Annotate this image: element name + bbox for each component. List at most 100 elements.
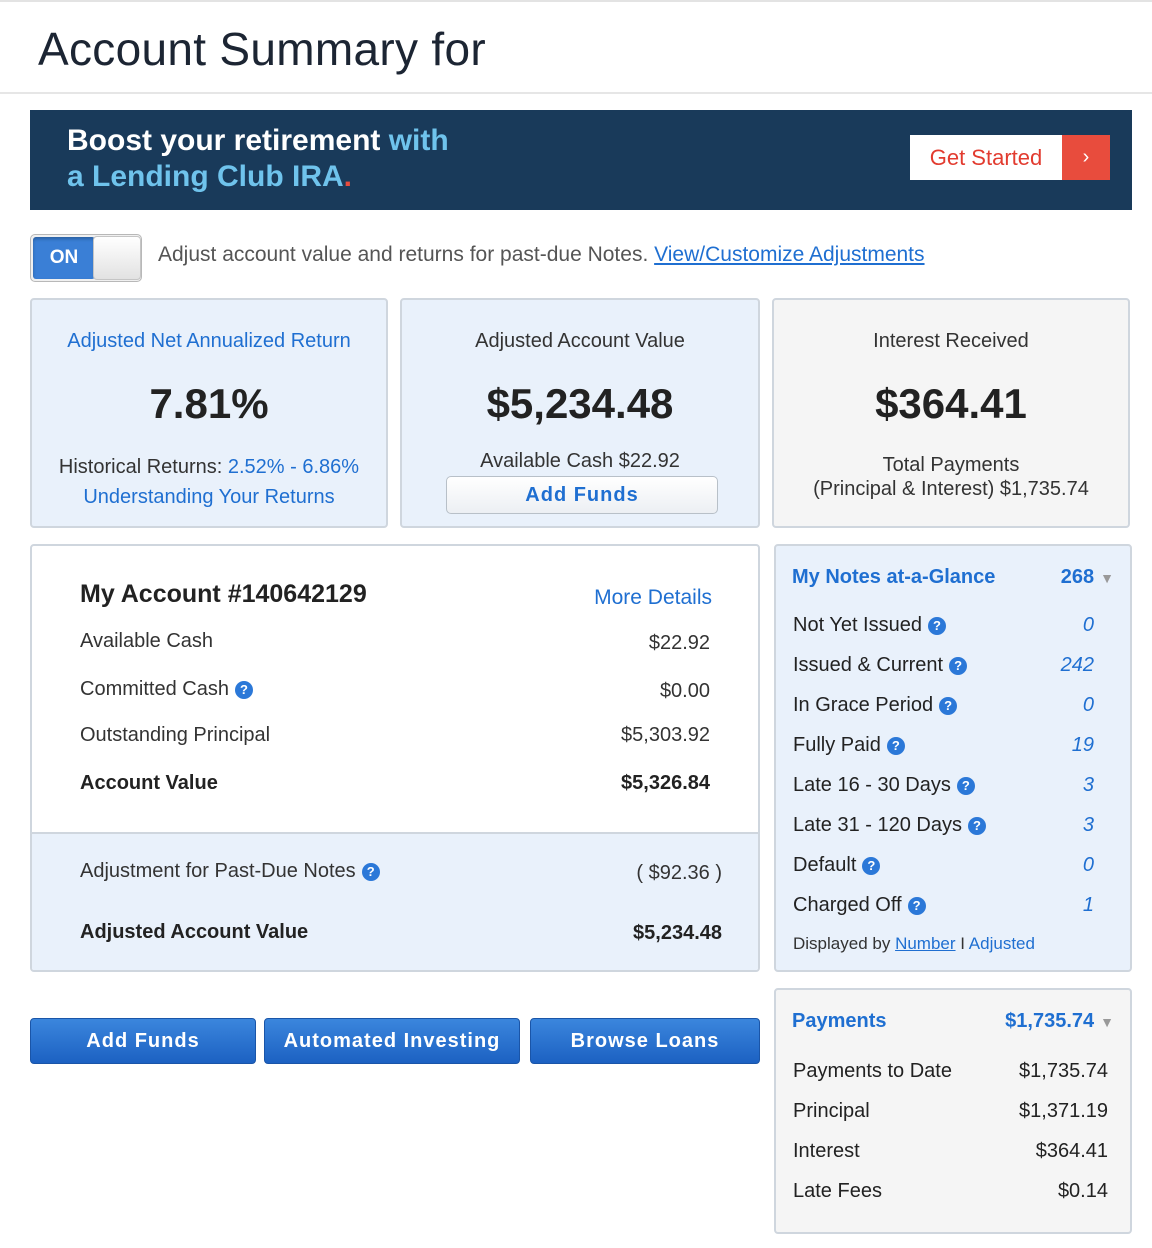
account-value-amount: $5,234.48: [486, 380, 674, 427]
adjusted-account-value-label: Adjusted Account Value: [80, 921, 309, 943]
note-row-label: Issued & Current?: [793, 654, 968, 677]
note-row-in-grace-period: In Grace Period? 0: [793, 694, 1094, 717]
display-by-adjusted-link[interactable]: Adjusted: [969, 934, 1035, 953]
available-cash-text: Available Cash $22.92: [480, 450, 680, 472]
note-label-text: In Grace Period: [793, 694, 934, 716]
note-count[interactable]: 3: [1083, 774, 1094, 797]
payment-row-principal: Principal $1,371.19: [793, 1100, 1108, 1123]
note-count[interactable]: 0: [1083, 854, 1094, 877]
help-icon[interactable]: ?: [939, 696, 958, 715]
displayed-by-label: Displayed by: [793, 934, 891, 953]
note-row-label: In Grace Period?: [793, 694, 958, 717]
note-count[interactable]: 0: [1083, 694, 1094, 717]
note-count[interactable]: 242: [1061, 654, 1094, 677]
banner-line-1: Boost your retirement with: [67, 124, 449, 158]
payments-panel: Payments $1,735.74 ▼ Payments to Date $1,…: [774, 988, 1132, 1234]
add-funds-button[interactable]: Add Funds: [30, 1018, 256, 1064]
note-row-not-yet-issued: Not Yet Issued? 0: [793, 614, 1094, 637]
notes-at-a-glance-panel: My Notes at-a-Glance 268 ▼ Not Yet Issued…: [774, 544, 1132, 972]
total-payments-value: (Principal & Interest) $1,735.74: [813, 478, 1089, 500]
note-count[interactable]: 0: [1083, 614, 1094, 637]
note-row-default: Default? 0: [793, 854, 1094, 877]
account-row-value: $22.92: [648, 632, 710, 654]
notes-total: 268: [1060, 566, 1095, 588]
help-icon[interactable]: ?: [886, 736, 905, 755]
net-return-label[interactable]: Adjusted Net Annualized Return: [32, 330, 386, 353]
account-row-label: Account Value: [80, 772, 218, 794]
payment-row-to-date: Payments to Date $1,735.74: [793, 1060, 1108, 1083]
note-row-label: Fully Paid?: [793, 734, 905, 757]
account-row-label: Committed Cash?: [80, 676, 253, 703]
historical-returns-range[interactable]: 2.52% - 6.86%: [228, 456, 359, 478]
adjustment-text: Adjust account value and returns for pas…: [158, 243, 649, 266]
notes-total-wrap: 268 ▼: [1061, 566, 1114, 589]
payments-total: $1,735.74: [1005, 1010, 1095, 1032]
account-row-value: $0.00: [659, 680, 710, 702]
note-row-late-31-120: Late 31 - 120 Days? 3: [793, 814, 1094, 837]
interest-card: Interest Received $364.41 Total Payments…: [772, 298, 1130, 528]
payments-title: Payments: [792, 1010, 887, 1032]
help-icon[interactable]: ?: [968, 816, 986, 835]
payments-header[interactable]: Payments $1,735.74 ▼: [792, 1010, 1114, 1033]
adjustment-description: Adjust account value and returns for pas…: [158, 243, 925, 267]
note-label-text: Charged Off: [793, 894, 902, 916]
display-separator: I: [960, 934, 965, 953]
banner-headline-white: Boost your retirement: [67, 124, 381, 157]
payment-row-value: $0.14: [1057, 1180, 1108, 1202]
notes-header[interactable]: My Notes at-a-Glance 268 ▼: [792, 566, 1114, 589]
banner-headline-blue: with: [380, 124, 449, 157]
adjustment-label: Adjustment for Past-Due Notes?: [80, 858, 380, 885]
note-label-text: Issued & Current: [793, 654, 944, 676]
page-title: Account Summary for: [38, 23, 486, 75]
note-count[interactable]: 1: [1083, 894, 1094, 917]
note-row-late-16-30: Late 16 - 30 Days? 3: [793, 774, 1094, 797]
help-icon[interactable]: ?: [927, 616, 946, 635]
browse-loans-button[interactable]: Browse Loans: [530, 1018, 760, 1064]
banner-ira-text: a Lending Club IRA: [67, 160, 344, 193]
note-row-label: Late 31 - 120 Days?: [793, 814, 986, 837]
adjustment-toggle[interactable]: ON: [30, 234, 142, 282]
notes-title: My Notes at-a-Glance: [792, 566, 996, 588]
help-icon[interactable]: ?: [234, 680, 253, 699]
help-icon[interactable]: ?: [862, 856, 881, 875]
note-row-label: Not Yet Issued?: [793, 614, 946, 637]
note-count[interactable]: 3: [1083, 814, 1094, 837]
caret-down-icon: ▼: [1100, 570, 1114, 586]
note-label-text: Late 31 - 120 Days: [793, 814, 962, 836]
account-row-value: $5,326.84: [621, 772, 710, 794]
total-payments-label: Total Payments: [882, 454, 1020, 476]
view-customize-adjustments-link[interactable]: View/Customize Adjustments: [654, 243, 924, 266]
display-by-number-link[interactable]: Number: [895, 934, 955, 953]
help-icon[interactable]: ?: [956, 776, 975, 795]
note-row-label: Default?: [793, 854, 881, 877]
account-row-outstanding-principal: Outstanding Principal $5,303.92: [80, 724, 710, 747]
payment-row-label: Late Fees: [793, 1180, 882, 1202]
payment-row-label: Payments to Date: [793, 1060, 952, 1082]
title-divider: [0, 92, 1152, 94]
account-row-committed-cash: Committed Cash? $0.00: [80, 676, 710, 703]
committed-cash-label: Committed Cash: [80, 678, 229, 700]
understanding-returns-link[interactable]: Understanding Your Returns: [32, 486, 386, 509]
payment-row-label: Interest: [793, 1140, 860, 1162]
help-icon[interactable]: ?: [907, 896, 926, 915]
get-started-button[interactable]: Get Started ›: [910, 135, 1110, 180]
note-count[interactable]: 19: [1072, 734, 1094, 757]
help-icon[interactable]: ?: [361, 862, 380, 881]
add-funds-card-button[interactable]: Add Funds: [446, 476, 718, 514]
more-details-link[interactable]: More Details: [594, 586, 712, 610]
toggle-on-label: ON: [33, 237, 95, 279]
note-row-fully-paid: Fully Paid? 19: [793, 734, 1094, 757]
help-icon[interactable]: ?: [949, 656, 968, 675]
payment-row-value: $364.41: [1035, 1140, 1108, 1162]
payment-row-value: $1,735.74: [1019, 1060, 1108, 1082]
note-label-text: Late 16 - 30 Days: [793, 774, 951, 796]
account-row-account-value: Account Value $5,326.84: [80, 772, 710, 795]
account-row-available-cash: Available Cash $22.92: [80, 628, 710, 655]
automated-investing-button[interactable]: Automated Investing: [264, 1018, 520, 1064]
get-started-label: Get Started: [929, 144, 1043, 170]
account-row-label: Outstanding Principal: [80, 724, 271, 746]
note-row-label: Late 16 - 30 Days?: [793, 774, 975, 797]
payment-row-label: Principal: [793, 1100, 870, 1122]
displayed-by: Displayed by Number I Adjusted: [793, 934, 1035, 954]
chevron-right-icon: ›: [1062, 135, 1110, 180]
